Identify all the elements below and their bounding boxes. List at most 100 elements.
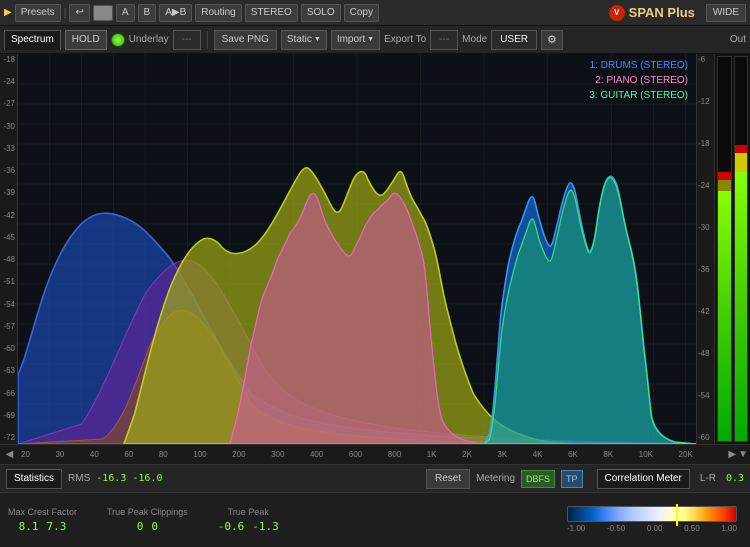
- lr-value: 0.3: [726, 473, 744, 484]
- scroll-right-arrow[interactable]: ▶: [728, 449, 736, 460]
- spectrum-tab[interactable]: Spectrum: [4, 30, 61, 50]
- undo-button[interactable]: ↩: [69, 4, 89, 22]
- activity-indicator: [93, 5, 113, 21]
- y-r-12: -12: [697, 98, 714, 106]
- reset-button[interactable]: Reset: [426, 469, 470, 489]
- legend-guitar: 3: GUITAR (STEREO): [589, 88, 688, 103]
- level-meter: [714, 54, 750, 444]
- export-label: Export To: [384, 34, 426, 45]
- x-4k: 4K: [533, 450, 543, 459]
- main-area: -18 -24 -27 -30 -33 -36 -39 -42 -45 -48 …: [0, 54, 750, 444]
- meter-yellow-left: [718, 180, 731, 192]
- true-peak-label: True Peak: [228, 507, 269, 517]
- correlation-needle: [676, 504, 678, 526]
- y-label-69: -69: [0, 412, 17, 420]
- y-label-48: -48: [0, 256, 17, 264]
- y-label-45: -45: [0, 234, 17, 242]
- meter-left: [717, 56, 732, 442]
- x-20: 20: [21, 450, 30, 459]
- true-peak-value1: -0.6: [218, 520, 245, 533]
- correlation-scale: -1.00 -0.50 0.00 0.50 1.00: [567, 524, 737, 533]
- x-200: 200: [232, 450, 245, 459]
- ab-b-button[interactable]: B: [138, 4, 157, 22]
- scroll-down-arrow[interactable]: ▼: [738, 449, 748, 460]
- export-value[interactable]: ---: [430, 30, 458, 50]
- voxengo-logo: V: [609, 5, 625, 21]
- max-crest-group: Max Crest Factor 8.1 7.3: [8, 507, 77, 533]
- x-3k: 3K: [497, 450, 507, 459]
- underlay-label: Underlay: [129, 34, 169, 45]
- spectrum-legend: 1: DRUMS (STEREO) 2: PIANO (STEREO) 3: G…: [589, 58, 688, 103]
- y-label-42: -42: [0, 212, 17, 220]
- meter-red-left: [718, 172, 731, 180]
- y-axis-right: -6 -12 -18 -24 -30 -36 -42 -48 -54 -60: [696, 54, 714, 444]
- y-r-42: -42: [697, 308, 714, 316]
- meter-red-right: [735, 145, 748, 153]
- lr-label: L-R: [700, 473, 716, 484]
- mode-value[interactable]: USER: [491, 30, 537, 50]
- y-label-54: -54: [0, 301, 17, 309]
- routing-button[interactable]: Routing: [195, 4, 241, 22]
- y-label-33: -33: [0, 145, 17, 153]
- scroll-left-arrow[interactable]: ◀: [6, 449, 14, 460]
- corr-max: 1.00: [721, 524, 737, 533]
- y-label-57: -57: [0, 323, 17, 331]
- max-crest-value2: 7.3: [47, 520, 67, 533]
- app-title: V SPAN Plus: [609, 5, 695, 21]
- corr-minus-half: -0.50: [607, 524, 625, 533]
- x-100: 100: [193, 450, 206, 459]
- tp-button[interactable]: TP: [561, 470, 583, 488]
- corr-plus-half: 0.50: [684, 524, 700, 533]
- x-8k: 8K: [603, 450, 613, 459]
- correlation-visual: -1.00 -0.50 0.00 0.50 1.00: [562, 506, 742, 533]
- static-dropdown[interactable]: Static: [281, 30, 327, 50]
- meter-green-left: [718, 191, 731, 441]
- metering-label: Metering: [476, 473, 515, 484]
- rms-value2: -16.0: [132, 473, 162, 484]
- max-crest-label: Max Crest Factor: [8, 507, 77, 517]
- y-label-72: -72: [0, 434, 17, 442]
- solo-button[interactable]: SOLO: [301, 4, 341, 22]
- save-png-button[interactable]: Save PNG: [214, 30, 277, 50]
- x-axis-scroll-right[interactable]: ▶ ▼: [695, 449, 750, 460]
- y-r-24: -24: [697, 182, 714, 190]
- y-r-6: -6: [697, 56, 714, 64]
- stereo-button[interactable]: STEREO: [245, 4, 298, 22]
- rms-value1: -16.3: [96, 473, 126, 484]
- presets-icon: ▶: [4, 7, 12, 18]
- x-800: 800: [388, 450, 401, 459]
- y-label-18: -18: [0, 56, 17, 64]
- copy-button[interactable]: Copy: [344, 4, 379, 22]
- x-axis-labels: 20 30 40 60 80 100 200 300 400 600 800 1…: [19, 450, 695, 459]
- x-1k: 1K: [427, 450, 437, 459]
- underlay-value[interactable]: ---: [173, 30, 201, 50]
- true-peak-clip-group: True Peak Clippings 0 0: [107, 507, 188, 533]
- x-400: 400: [310, 450, 323, 459]
- y-r-60: -60: [697, 434, 714, 442]
- spectrum-svg: [18, 54, 696, 444]
- ab-ba-button[interactable]: A▶B: [159, 4, 192, 22]
- second-toolbar: Spectrum HOLD Underlay --- Save PNG Stat…: [0, 26, 750, 54]
- mode-label: Mode: [462, 34, 487, 45]
- y-r-54: -54: [697, 392, 714, 400]
- y-label-36: -36: [0, 167, 17, 175]
- correlation-meter-tab[interactable]: Correlation Meter: [597, 469, 690, 489]
- meter-right: [734, 56, 749, 442]
- x-axis-scroll-left[interactable]: ◀: [0, 445, 19, 464]
- y-label-30: -30: [0, 123, 17, 131]
- wide-button[interactable]: WIDE: [706, 4, 746, 22]
- hold-button[interactable]: HOLD: [65, 30, 107, 50]
- legend-piano: 2: PIANO (STEREO): [589, 73, 688, 88]
- y-label-66: -66: [0, 390, 17, 398]
- dbfs-button[interactable]: DBFS: [521, 470, 555, 488]
- settings-button[interactable]: ⚙: [541, 30, 563, 50]
- ab-a-button[interactable]: A: [116, 4, 135, 22]
- x-60: 60: [124, 450, 133, 459]
- separator: [207, 31, 208, 49]
- bottom-stats-row: Max Crest Factor 8.1 7.3 True Peak Clipp…: [0, 493, 750, 546]
- x-40: 40: [90, 450, 99, 459]
- statistics-tab[interactable]: Statistics: [6, 469, 62, 489]
- presets-button[interactable]: Presets: [15, 4, 61, 22]
- import-dropdown[interactable]: Import: [331, 30, 380, 50]
- true-peak-clip-value2: 0: [151, 520, 158, 533]
